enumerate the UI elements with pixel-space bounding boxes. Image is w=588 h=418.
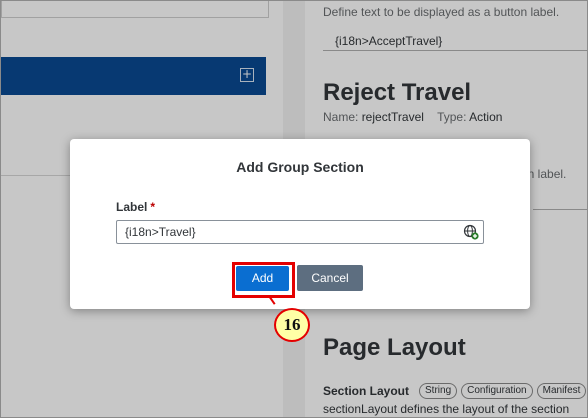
add-button[interactable]: Add [236,266,289,291]
cancel-button[interactable]: Cancel [297,265,363,291]
app-window: + Define text to be displayed as a butto… [0,0,588,418]
globe-icon[interactable] [463,224,479,240]
step-badge: 16 [274,308,310,342]
label-input-value: {i18n>Travel} [125,225,196,239]
label-text: Label [116,200,148,214]
required-marker: * [150,200,156,214]
label-field-label: Label * [116,200,155,214]
add-group-section-dialog: Add Group Section Label * {i18n>Travel} A… [70,139,530,309]
label-input[interactable]: {i18n>Travel} [116,220,484,244]
dialog-title: Add Group Section [236,159,364,175]
